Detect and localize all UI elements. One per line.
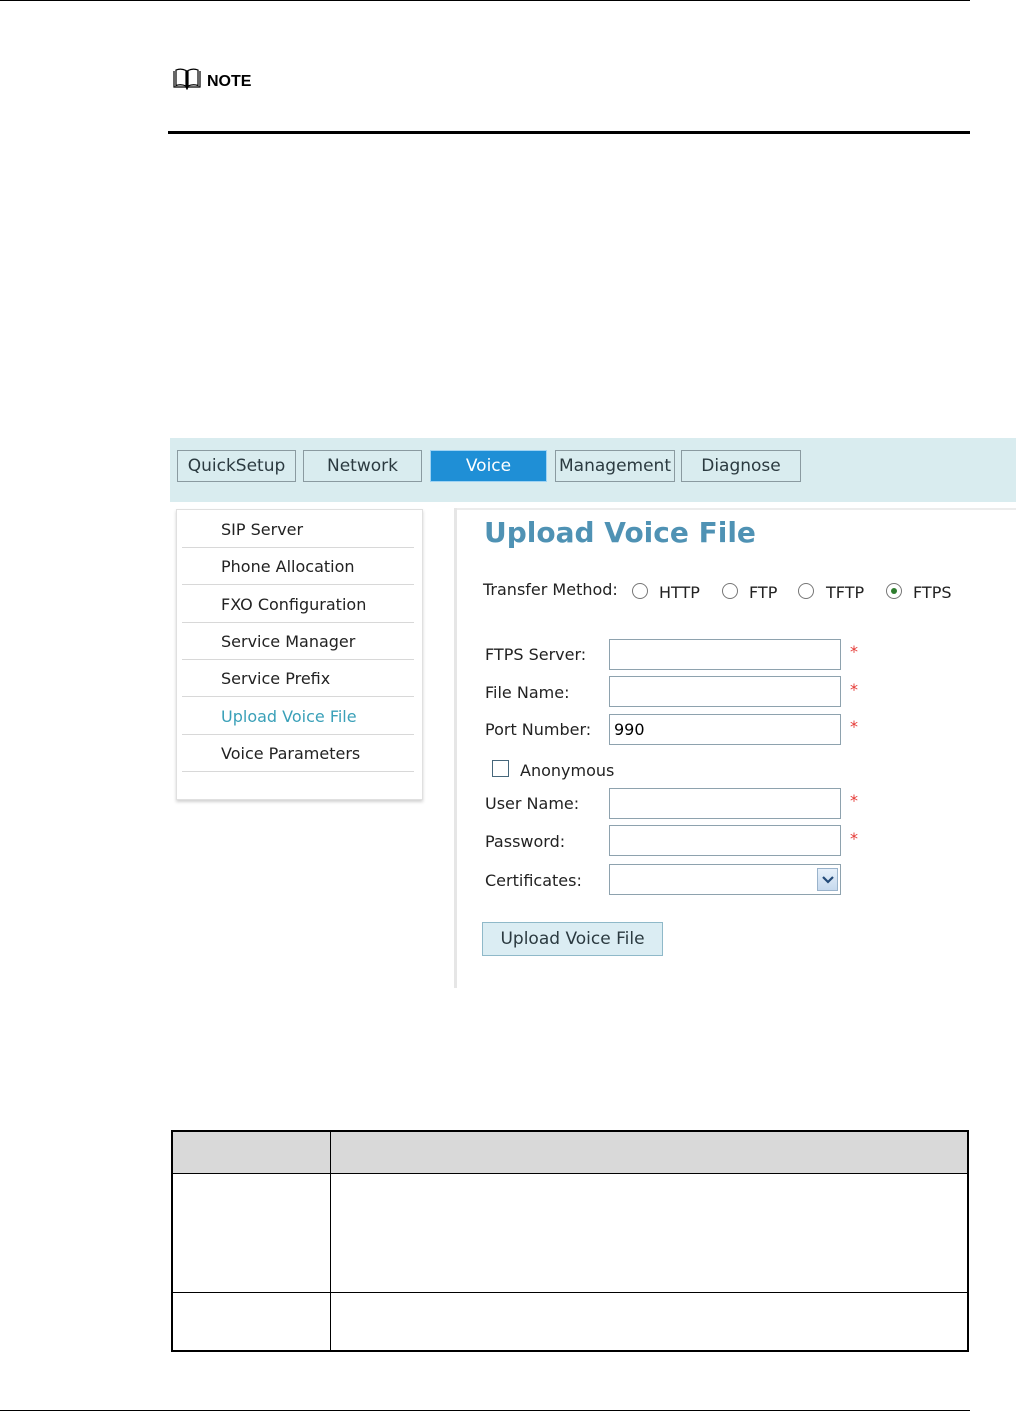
- tab-diagnose[interactable]: Diagnose: [681, 450, 801, 482]
- table-border: [171, 1173, 969, 1174]
- password-input[interactable]: [609, 825, 841, 856]
- radio-tftp[interactable]: [798, 583, 814, 599]
- note-divider: [168, 131, 970, 134]
- table-border: [330, 1130, 331, 1352]
- file-name-input[interactable]: [609, 676, 841, 707]
- tab-network[interactable]: Network: [303, 450, 422, 482]
- page-bottom-rule: [0, 1410, 970, 1411]
- voice-config-screenshot: QuickSetup Network Voice Management Diag…: [170, 438, 1016, 988]
- sidebar-item-voice-parameters[interactable]: Voice Parameters: [182, 735, 414, 772]
- sidebar: SIP Server Phone Allocation FXO Configur…: [176, 509, 423, 800]
- upload-voice-file-button[interactable]: Upload Voice File: [482, 922, 663, 956]
- radio-tftp-label: TFTP: [826, 583, 865, 602]
- certificates-select[interactable]: [609, 864, 841, 895]
- note-heading: NOTE: [172, 68, 251, 95]
- parameter-table: [171, 1130, 969, 1352]
- file-name-label: File Name:: [485, 683, 570, 702]
- sidebar-item-service-prefix[interactable]: Service Prefix: [182, 660, 414, 697]
- content-top-border: [457, 508, 1016, 510]
- user-name-input[interactable]: [609, 788, 841, 819]
- sidebar-item-upload-voice-file[interactable]: Upload Voice File: [182, 698, 414, 735]
- anonymous-label: Anonymous: [520, 761, 615, 780]
- page-title: Upload Voice File: [484, 516, 756, 549]
- required-mark: *: [850, 791, 858, 810]
- table-border: [171, 1292, 969, 1293]
- port-number-input[interactable]: 990: [609, 714, 841, 745]
- sidebar-item-phone-allocation[interactable]: Phone Allocation: [182, 548, 414, 585]
- transfer-method-label: Transfer Method:: [483, 580, 618, 599]
- page-top-rule: [0, 0, 970, 1]
- port-number-label: Port Number:: [485, 720, 592, 739]
- radio-ftp[interactable]: [722, 583, 738, 599]
- required-mark: *: [850, 829, 858, 848]
- table-border: [171, 1130, 173, 1352]
- tab-quicksetup[interactable]: QuickSetup: [177, 450, 296, 482]
- table-border: [171, 1350, 969, 1352]
- anonymous-checkbox[interactable]: [492, 760, 509, 777]
- table-border: [967, 1130, 969, 1352]
- certificates-label: Certificates:: [485, 871, 582, 890]
- required-mark: *: [850, 680, 858, 699]
- content-divider: [454, 508, 457, 988]
- radio-ftp-label: FTP: [749, 583, 778, 602]
- tab-management[interactable]: Management: [555, 450, 675, 482]
- user-name-label: User Name:: [485, 794, 580, 813]
- password-label: Password:: [485, 832, 566, 851]
- radio-http[interactable]: [632, 583, 648, 599]
- chevron-down-icon[interactable]: [817, 868, 838, 891]
- ftps-server-input[interactable]: [609, 639, 841, 670]
- ftps-server-label: FTPS Server:: [485, 645, 587, 664]
- sidebar-item-sip-server[interactable]: SIP Server: [182, 511, 414, 548]
- sidebar-item-fxo-configuration[interactable]: FXO Configuration: [182, 586, 414, 623]
- required-mark: *: [850, 642, 858, 661]
- top-navigation-bar: QuickSetup Network Voice Management Diag…: [170, 438, 1016, 502]
- radio-ftps[interactable]: [886, 583, 902, 599]
- table-header: [171, 1130, 969, 1174]
- radio-ftps-label: FTPS: [913, 583, 952, 602]
- required-mark: *: [850, 717, 858, 736]
- radio-http-label: HTTP: [659, 583, 700, 602]
- tab-voice[interactable]: Voice: [430, 450, 547, 482]
- table-border: [171, 1130, 969, 1132]
- note-label: NOTE: [207, 72, 252, 90]
- book-icon: [172, 68, 202, 95]
- sidebar-item-service-manager[interactable]: Service Manager: [182, 623, 414, 660]
